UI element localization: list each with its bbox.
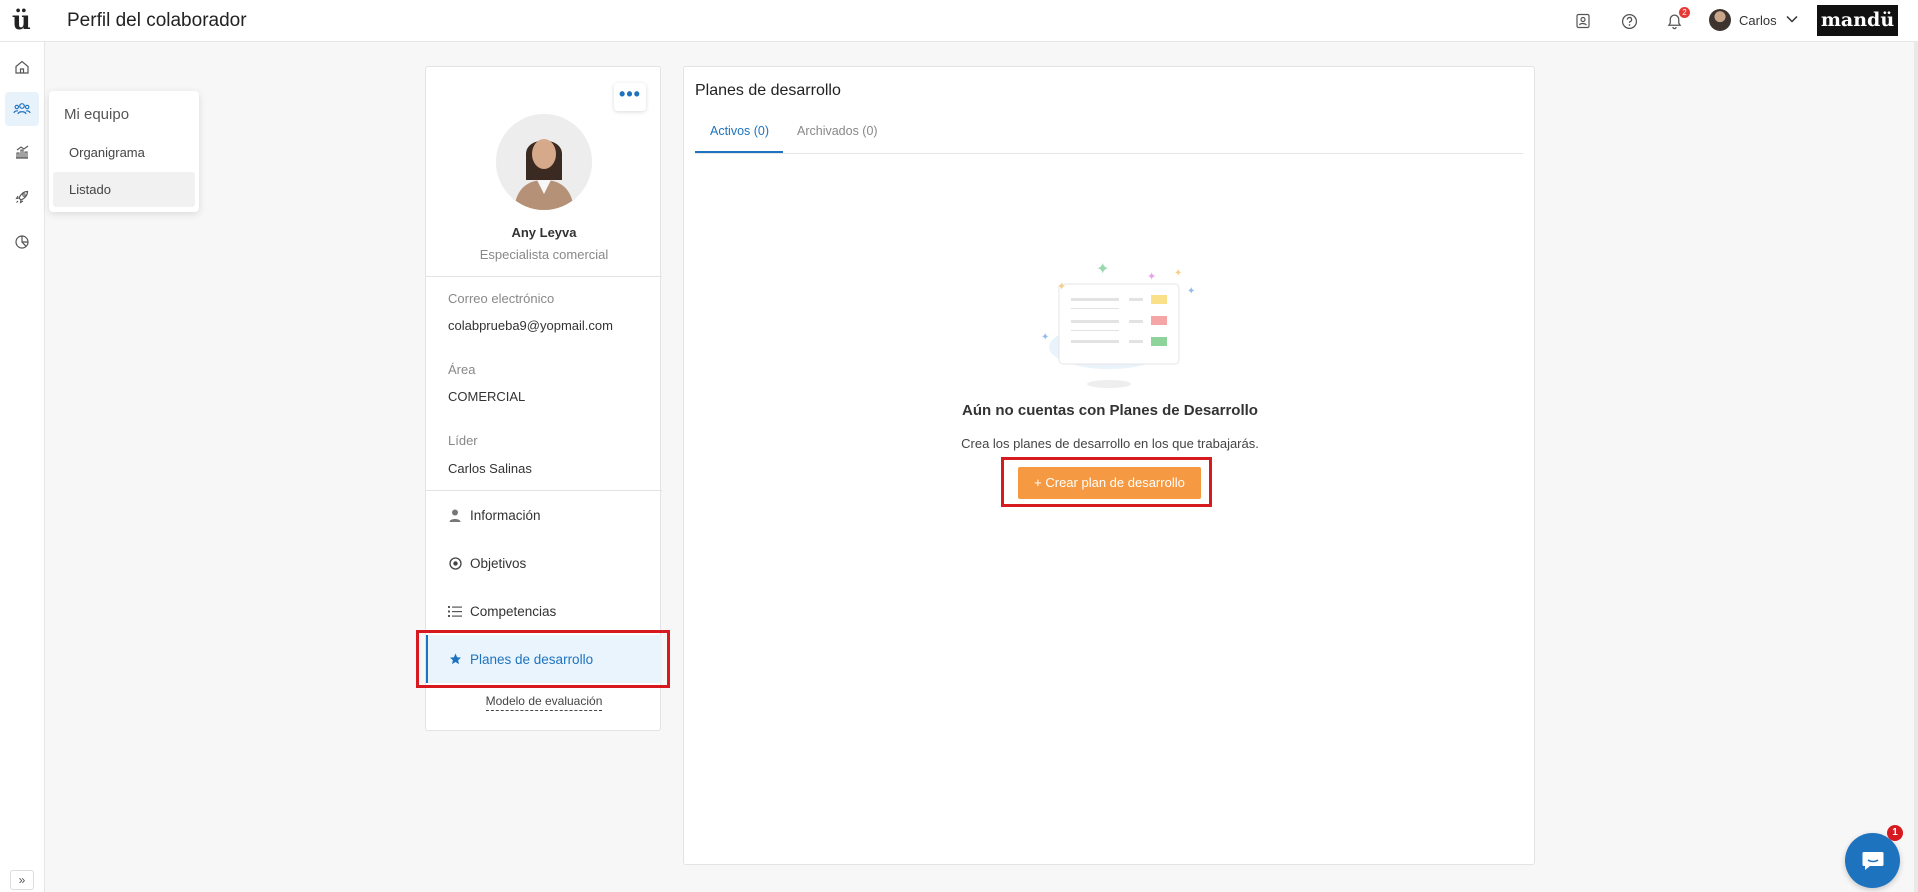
- empty-state-title: Aún no cuentas con Planes de Desarrollo: [962, 402, 1258, 419]
- profile-name: Any Leyva: [511, 225, 577, 240]
- top-bar: ü Perfil del colaborador 2 Carlos mandü: [0, 0, 1918, 42]
- rocket-icon[interactable]: [11, 186, 33, 208]
- team-icon[interactable]: [5, 92, 39, 126]
- nav-item-competencias[interactable]: Competencias: [426, 587, 662, 635]
- tab-archivados[interactable]: Archivados (0): [797, 124, 878, 138]
- chat-button[interactable]: [1845, 833, 1900, 888]
- highlight-box-create: [1001, 457, 1212, 507]
- chart-icon[interactable]: [11, 141, 33, 163]
- flyout-item-listado[interactable]: Listado: [53, 172, 195, 207]
- highlight-box-nav: [416, 630, 670, 688]
- leader-value: Carlos Salinas: [448, 461, 532, 476]
- user-name[interactable]: Carlos: [1739, 13, 1777, 28]
- tab-activos[interactable]: Activos (0): [710, 124, 769, 138]
- profile-role: Especialista comercial: [479, 247, 609, 262]
- pie-chart-icon[interactable]: [11, 231, 33, 253]
- person-icon: [448, 508, 462, 522]
- chat-badge: 1: [1887, 825, 1903, 841]
- nav-item-label: Información: [470, 507, 541, 523]
- app-logo[interactable]: ü: [12, 6, 31, 36]
- flyout-title: Mi equipo: [64, 106, 130, 123]
- expand-sidebar-button[interactable]: »: [10, 870, 34, 890]
- tabs-divider: [695, 153, 1523, 154]
- email-label: Correo electrónico: [448, 291, 555, 306]
- email-value: colabprueba9@yopmail.com: [448, 318, 613, 333]
- divider: [426, 276, 662, 277]
- brand-logo: mandü: [1817, 5, 1898, 36]
- panel-title: Planes de desarrollo: [695, 82, 841, 99]
- evaluation-model-label: Modelo de evaluación: [485, 694, 603, 711]
- area-value: COMERCIAL: [448, 389, 526, 404]
- contact-card-icon[interactable]: [1573, 11, 1593, 31]
- nav-item-objetivos[interactable]: Objetivos: [426, 539, 662, 587]
- area-label: Área: [448, 362, 476, 377]
- svg-text:✦: ✦: [1147, 270, 1156, 283]
- svg-text:✦: ✦: [1096, 259, 1109, 278]
- notification-badge: 2: [1679, 7, 1690, 18]
- more-options-button[interactable]: •••: [614, 83, 646, 111]
- empty-state-subtitle: Crea los planes de desarrollo en los que…: [961, 436, 1259, 451]
- team-flyout-menu: Mi equipo Organigrama Listado: [49, 91, 199, 212]
- page-title: Perfil del colaborador: [67, 10, 247, 31]
- home-icon[interactable]: [11, 56, 33, 78]
- nav-item-label: Objetivos: [470, 555, 527, 571]
- svg-text:✦: ✦: [1057, 280, 1066, 293]
- left-rail: »: [0, 42, 45, 892]
- chevron-down-icon[interactable]: [1785, 12, 1799, 31]
- target-icon: [448, 556, 462, 570]
- nav-item-label: Competencias: [470, 603, 557, 619]
- active-tab-indicator: [695, 151, 783, 153]
- empty-state-illustration: ✦ ✦ ✦ ✦ ✦ ✦: [1019, 252, 1199, 392]
- evaluation-model-link[interactable]: Modelo de evaluación: [426, 694, 662, 711]
- profile-avatar: [496, 114, 592, 210]
- svg-text:✦: ✦: [1187, 286, 1195, 297]
- notifications-icon[interactable]: 2: [1664, 7, 1690, 31]
- chat-icon: [1862, 851, 1883, 870]
- scrollbar[interactable]: [1914, 42, 1918, 892]
- nav-item-informacion[interactable]: Información: [426, 491, 662, 539]
- user-avatar[interactable]: [1709, 9, 1731, 31]
- help-icon[interactable]: [1619, 11, 1639, 31]
- leader-label: Líder: [448, 433, 478, 448]
- list-icon: [448, 604, 462, 618]
- svg-text:✦: ✦: [1041, 332, 1049, 343]
- flyout-item-organigrama[interactable]: Organigrama: [53, 135, 195, 170]
- svg-text:✦: ✦: [1174, 268, 1182, 279]
